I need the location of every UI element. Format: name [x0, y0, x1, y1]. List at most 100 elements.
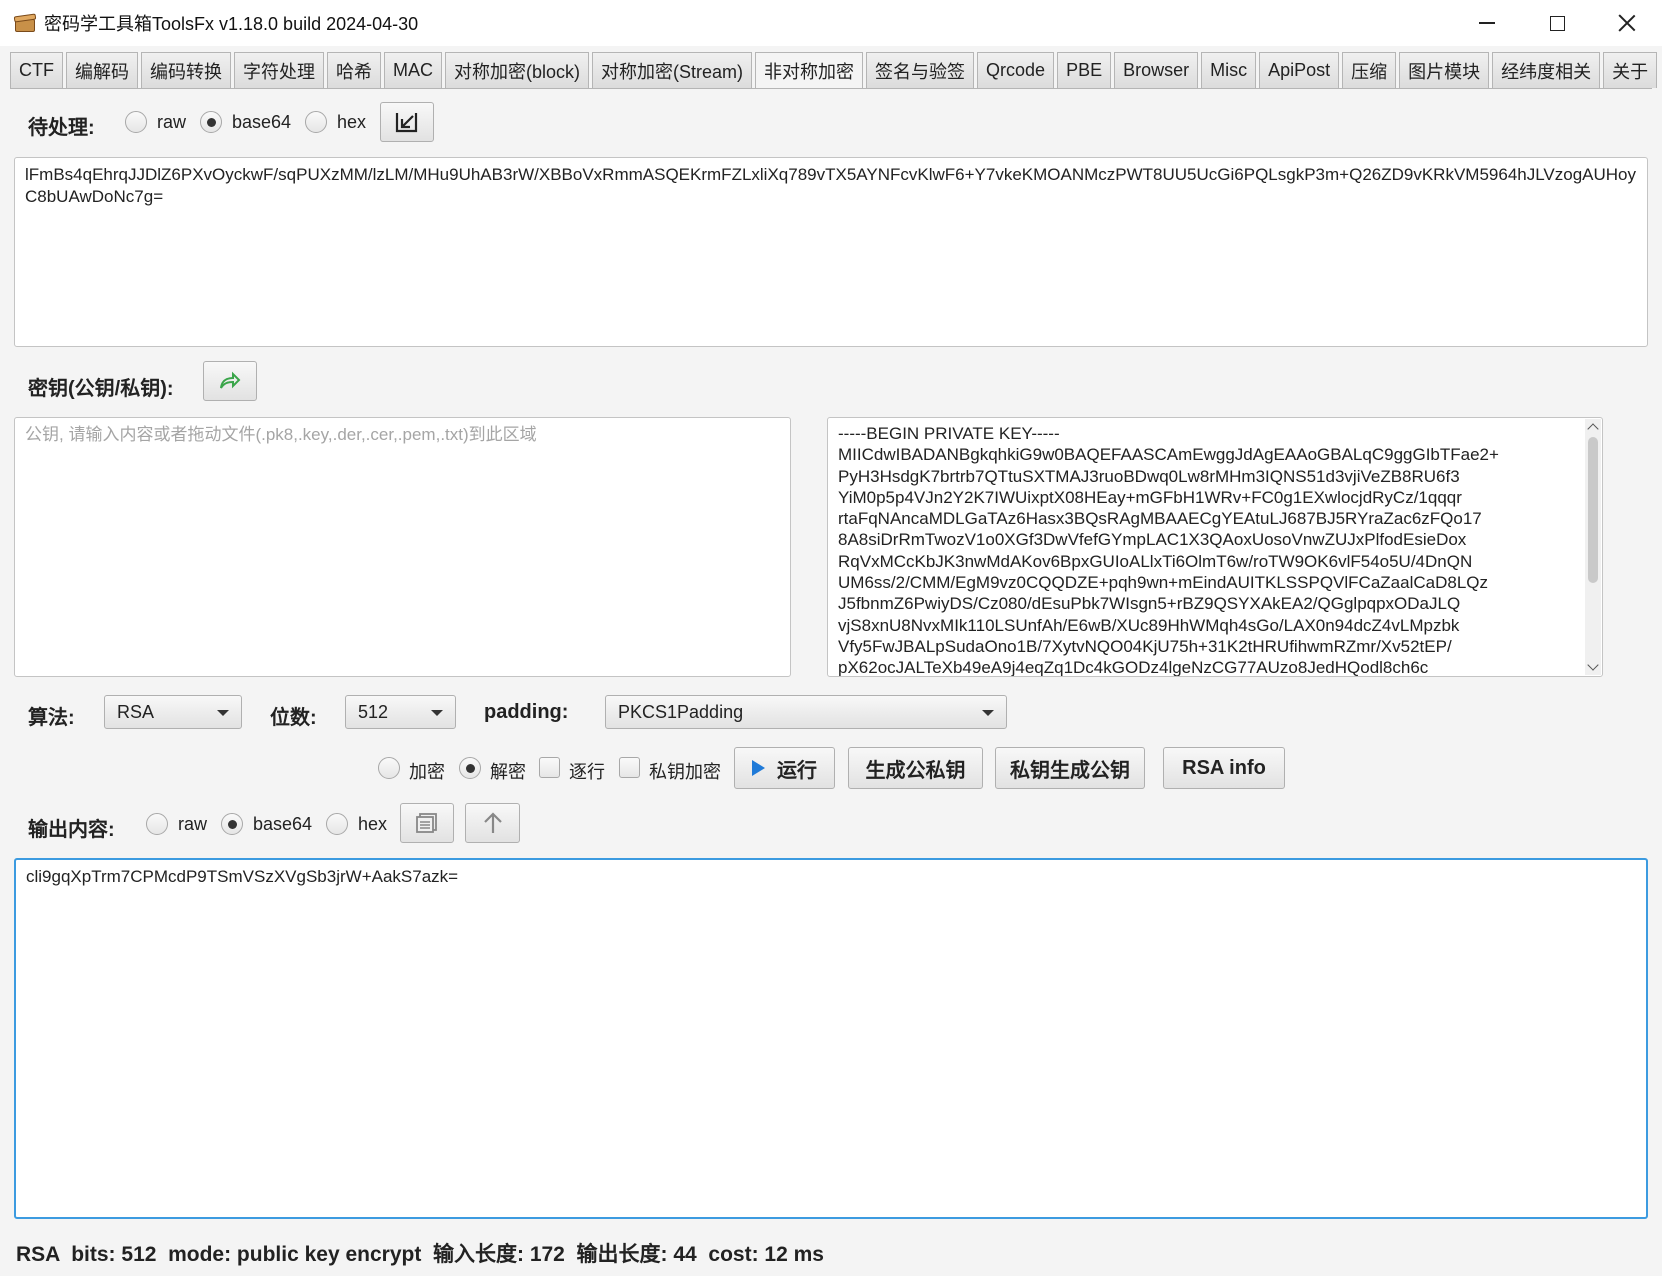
tab-symmetric-block[interactable]: 对称加密(block): [445, 52, 590, 88]
generate-keypair-button[interactable]: 生成公私钥: [848, 747, 983, 789]
minimize-button[interactable]: [1452, 0, 1522, 46]
input-label: 待处理:: [28, 117, 95, 139]
share-arrow-icon: [220, 371, 241, 389]
padding-select-value: PKCS1Padding: [618, 701, 744, 722]
private-encrypt-checkbox[interactable]: [619, 757, 640, 778]
close-button[interactable]: [1592, 0, 1662, 46]
output-format-base64-radio[interactable]: [221, 813, 243, 835]
tab-symmetric-stream[interactable]: 对称加密(Stream): [592, 52, 753, 88]
input-format-hex-label: hex: [337, 112, 367, 132]
output-label: 输出内容:: [28, 819, 115, 841]
output-format-raw-radio[interactable]: [146, 813, 168, 835]
private-key-scrollbar[interactable]: [1585, 419, 1601, 675]
key-label: 密钥(公钥/私钥):: [28, 378, 174, 400]
chevron-down-icon: [982, 710, 994, 716]
tab-string-process[interactable]: 字符处理: [234, 52, 324, 88]
bits-select[interactable]: 512: [345, 695, 456, 729]
output-format-hex-label: hex: [358, 814, 388, 834]
window-title: 密码学工具箱ToolsFx v1.18.0 build 2024-04-30: [44, 14, 419, 34]
private-key-line: 8A8siDrRmTwozV1o0XGf3DwVfefGYmpLAC1X3QAo…: [838, 530, 1467, 550]
padding-label: padding:: [484, 701, 569, 723]
close-icon: [1618, 14, 1636, 32]
public-key-textarea[interactable]: 公钥, 请输入内容或者拖动文件(.pk8,.key,.der,.cer,.pem…: [14, 417, 791, 677]
line-by-line-label: 逐行: [569, 762, 605, 782]
private-key-line: YiM0p5p4VJn2Y2K7IWUixptX08HEay+mGFbH1WRv…: [838, 487, 1462, 507]
copy-icon: [416, 813, 437, 833]
import-button[interactable]: [380, 102, 434, 142]
mode-decrypt-label: 解密: [490, 762, 526, 782]
scroll-down-icon[interactable]: [1587, 659, 1599, 671]
tab-sign-verify[interactable]: 签名与验签: [866, 52, 975, 88]
private-key-line: MIICdwIBADANBgkqhkiG9w0BAQEFAASCAmEwggJd…: [838, 445, 1499, 465]
tab-geo[interactable]: 经纬度相关: [1492, 52, 1601, 88]
input-format-raw-label: raw: [157, 112, 187, 132]
tab-browser[interactable]: Browser: [1114, 52, 1199, 88]
status-bar: RSA bits: 512 mode: public key encrypt 输…: [16, 1243, 824, 1266]
tab-hash[interactable]: 哈希: [327, 52, 381, 88]
private-key-line: J5fbnmZ6PwiyDS/Cz080/dEsuPbk7WIsgn5+rBZ9…: [838, 594, 1461, 614]
private-key-line: UM6ss/2/CMM/EgM9vz0CQQDZE+pqh9wn+mEindAU…: [838, 573, 1488, 593]
output-textarea[interactable]: cli9gqXpTrm7CPMcdP9TSmVSzXVgSb3jrW+AakS7…: [14, 858, 1648, 1219]
title-bar: 密码学工具箱ToolsFx v1.18.0 build 2024-04-30: [0, 0, 1662, 46]
bits-select-value: 512: [358, 701, 389, 722]
arrow-up-icon: [483, 812, 502, 833]
algo-select[interactable]: RSA: [104, 695, 242, 729]
private-key-line: pX62ocJALTeXb49eA9j4eqZq1Dc4kGODz4lgeNzC…: [838, 658, 1429, 677]
tab-compress[interactable]: 压缩: [1342, 52, 1397, 88]
tab-bar: CTF 编解码 编码转换 字符处理 哈希 MAC 对称加密(block) 对称加…: [10, 52, 1660, 89]
maximize-button[interactable]: [1522, 0, 1592, 46]
mode-encrypt-radio[interactable]: [378, 757, 400, 779]
algo-select-value: RSA: [117, 701, 155, 722]
tab-misc[interactable]: Misc: [1201, 52, 1257, 88]
private-key-line: PyH3HsdgK7brtrb7QTtuSXTMAJ3ruoBDwq0Lw8rM…: [838, 466, 1460, 486]
private-key-line: RqVxMCcKbJK3nwMdAKov6BpxGUIoALlxTi6OlmT6…: [838, 551, 1473, 571]
private-key-line: vjS8xnU8NvxMIk110LSUnfAh/E6wB/XUc89HhWMq…: [838, 615, 1460, 635]
scroll-up-icon[interactable]: [1587, 423, 1599, 435]
chevron-down-icon: [431, 710, 443, 716]
input-format-raw-radio[interactable]: [125, 111, 147, 133]
bits-label: 位数:: [270, 707, 317, 729]
key-share-button[interactable]: [203, 361, 257, 401]
maximize-icon: [1549, 15, 1565, 31]
tab-pbe[interactable]: PBE: [1057, 52, 1112, 88]
private-key-textarea[interactable]: -----BEGIN PRIVATE KEY----- MIICdwIBADAN…: [827, 417, 1603, 677]
input-textarea[interactable]: lFmBs4qEhrqJJDlZ6PXvOyckwF/sqPUXzMM/lzLM…: [14, 157, 1648, 347]
tabs-divider: [10, 88, 1652, 89]
tab-mac[interactable]: MAC: [384, 52, 442, 88]
treasure-chest-icon: [13, 13, 37, 33]
mode-decrypt-radio[interactable]: [459, 757, 481, 779]
tab-asymmetric[interactable]: 非对称加密: [755, 52, 864, 89]
private-to-public-button[interactable]: 私钥生成公钥: [995, 747, 1145, 789]
padding-select[interactable]: PKCS1Padding: [605, 695, 1007, 729]
output-format-base64-label: base64: [253, 814, 313, 834]
mode-encrypt-label: 加密: [409, 762, 445, 782]
play-icon: [752, 760, 765, 776]
line-by-line-checkbox[interactable]: [539, 757, 560, 778]
algo-label: 算法:: [28, 707, 75, 729]
tab-about[interactable]: 关于: [1603, 52, 1658, 88]
private-key-line: rtaFqNAncaMDLGaTAz6Hasx3BQsRAgMBAAECgYEA…: [838, 509, 1482, 529]
public-key-placeholder: 公钥, 请输入内容或者拖动文件(.pk8,.key,.der,.cer,.pem…: [25, 425, 537, 444]
run-button-label: 运行: [777, 759, 817, 782]
run-button[interactable]: 运行: [734, 747, 835, 789]
rsa-info-button[interactable]: RSA info: [1163, 747, 1285, 789]
output-format-hex-radio[interactable]: [326, 813, 348, 835]
copy-button[interactable]: [400, 803, 454, 843]
chevron-down-icon: [217, 710, 229, 716]
private-encrypt-label: 私钥加密: [649, 762, 721, 782]
input-format-hex-radio[interactable]: [305, 111, 327, 133]
tab-qrcode[interactable]: Qrcode: [977, 52, 1055, 88]
private-key-line: -----BEGIN PRIVATE KEY-----: [838, 424, 1060, 443]
move-up-button[interactable]: [465, 803, 520, 843]
minimize-icon: [1479, 22, 1495, 24]
private-key-line: Vfy5FwJBALpSudaOno1B/7XytvNQO04KjU75h+31…: [838, 636, 1452, 656]
tab-ctf[interactable]: CTF: [10, 52, 63, 88]
tab-encoding-convert[interactable]: 编码转换: [141, 52, 231, 88]
import-arrow-icon: [395, 113, 418, 133]
input-format-base64-radio[interactable]: [200, 111, 222, 133]
tab-image-module[interactable]: 图片模块: [1399, 52, 1490, 88]
tab-apipost[interactable]: ApiPost: [1259, 52, 1340, 88]
tab-encode-decode[interactable]: 编解码: [66, 52, 138, 88]
scroll-thumb[interactable]: [1588, 437, 1598, 583]
output-format-raw-label: raw: [178, 814, 208, 834]
